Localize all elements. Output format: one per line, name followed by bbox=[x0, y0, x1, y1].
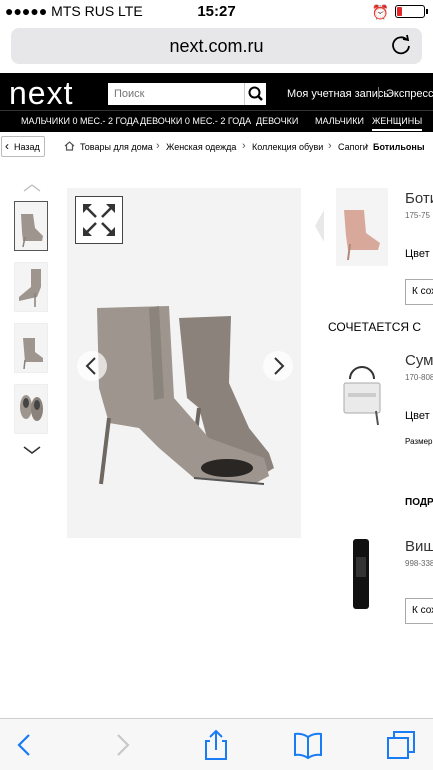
nav-item-boys-baby[interactable]: МАЛЬЧИКИ 0 МЕС.- 2 ГОДА bbox=[21, 116, 139, 126]
thumbnail-2[interactable] bbox=[14, 262, 48, 312]
spray-save-button[interactable]: К сох bbox=[405, 598, 433, 624]
chevron-right-icon: › bbox=[156, 140, 160, 152]
breadcrumb-current: Ботильоны bbox=[373, 142, 425, 152]
chevron-right-icon bbox=[274, 357, 285, 375]
reload-icon[interactable] bbox=[390, 34, 412, 56]
product-code: 175-75 bbox=[405, 211, 430, 220]
browser-toolbar bbox=[0, 718, 433, 770]
prev-image-button[interactable] bbox=[77, 351, 107, 381]
category-nav: МАЛЬЧИКИ 0 МЕС.- 2 ГОДА ДЕВОЧКИ 0 МЕС.- … bbox=[0, 110, 433, 132]
chevron-left-icon bbox=[85, 357, 96, 375]
breadcrumb: ‹ Назад Товары для дома › Женская одежда… bbox=[0, 136, 433, 158]
home-icon[interactable] bbox=[64, 141, 75, 151]
section-heading: ПОДР bbox=[405, 497, 433, 508]
account-link[interactable]: Моя учетная запись bbox=[287, 88, 389, 100]
nav-item-girls[interactable]: ДЕВОЧКИ bbox=[256, 116, 298, 126]
bookmarks-icon[interactable] bbox=[292, 729, 324, 761]
save-button[interactable]: К сох bbox=[405, 279, 433, 305]
breadcrumb-item[interactable]: Коллекция обуви bbox=[252, 142, 323, 152]
search-button[interactable] bbox=[244, 83, 266, 105]
boots-photo bbox=[97, 306, 274, 485]
chevron-right-icon: › bbox=[365, 140, 369, 152]
breadcrumb-item[interactable]: Женская одежда bbox=[166, 142, 236, 152]
site-header: next Моя учетная запись Экспресс-м bbox=[0, 73, 433, 112]
back-button[interactable]: ‹ Назад bbox=[1, 136, 45, 157]
back-icon[interactable] bbox=[9, 729, 41, 761]
breadcrumb-item[interactable]: Товары для дома bbox=[80, 142, 153, 152]
breadcrumb-item[interactable]: Сапоги bbox=[338, 142, 368, 152]
express-link[interactable]: Экспресс-м bbox=[386, 88, 433, 100]
colour-label: Цвет bbox=[405, 248, 430, 260]
alarm-icon: ⏰ bbox=[371, 4, 389, 20]
chevron-right-icon: › bbox=[328, 140, 332, 152]
nav-item-boys[interactable]: МАЛЬЧИКИ bbox=[315, 116, 364, 126]
share-icon[interactable] bbox=[200, 729, 232, 761]
thumbnail-1[interactable] bbox=[14, 201, 48, 251]
chevron-left-icon: ‹ bbox=[5, 139, 9, 153]
chevron-up-icon[interactable] bbox=[22, 183, 42, 193]
nav-item-girls-baby[interactable]: ДЕВОЧКИ 0 МЕС.- 2 ГОДА bbox=[140, 116, 251, 126]
expand-icon bbox=[83, 204, 115, 236]
thumbnail-3[interactable] bbox=[14, 323, 48, 373]
bag-size-label: Размер bbox=[405, 437, 433, 446]
tabs-icon[interactable] bbox=[385, 729, 417, 761]
chevron-down-icon[interactable] bbox=[22, 445, 42, 455]
bag-thumbnail[interactable] bbox=[336, 353, 388, 433]
chevron-right-icon: › bbox=[242, 140, 246, 152]
battery-icon bbox=[395, 5, 428, 18]
next-logo[interactable]: next bbox=[9, 75, 73, 112]
bag-code: 170-808 bbox=[405, 373, 433, 382]
header-divider bbox=[378, 87, 379, 99]
bag-colour-label: Цвет bbox=[405, 410, 430, 422]
clock: 15:27 bbox=[197, 3, 236, 20]
forward-icon[interactable] bbox=[106, 729, 138, 761]
matches-heading: СОЧЕТАЕТСЯ С bbox=[328, 320, 422, 334]
search-input[interactable] bbox=[108, 83, 242, 105]
address-bar[interactable]: next.com.ru bbox=[11, 28, 422, 64]
search-icon bbox=[248, 86, 263, 101]
product-image[interactable] bbox=[67, 188, 301, 538]
next-image-button[interactable] bbox=[263, 351, 293, 381]
spray-thumbnail[interactable] bbox=[336, 535, 388, 613]
spray-code: 998-338 bbox=[405, 559, 433, 568]
expand-button[interactable] bbox=[75, 196, 123, 244]
alt-colour-thumbnail[interactable] bbox=[336, 188, 388, 266]
bag-title: Сумо bbox=[405, 352, 433, 369]
status-bar: ●●●●● MTS RUS LTE 15:27 ⏰ bbox=[0, 0, 433, 22]
chevron-left-icon[interactable] bbox=[312, 208, 326, 244]
thumbnail-4[interactable] bbox=[14, 384, 48, 434]
url-text: next.com.ru bbox=[169, 36, 264, 56]
product-title: Боти bbox=[405, 190, 433, 207]
search-box bbox=[108, 83, 266, 105]
nav-item-women[interactable]: ЖЕНЩИНЫ bbox=[372, 116, 423, 131]
spray-title: Виш bbox=[405, 538, 433, 555]
